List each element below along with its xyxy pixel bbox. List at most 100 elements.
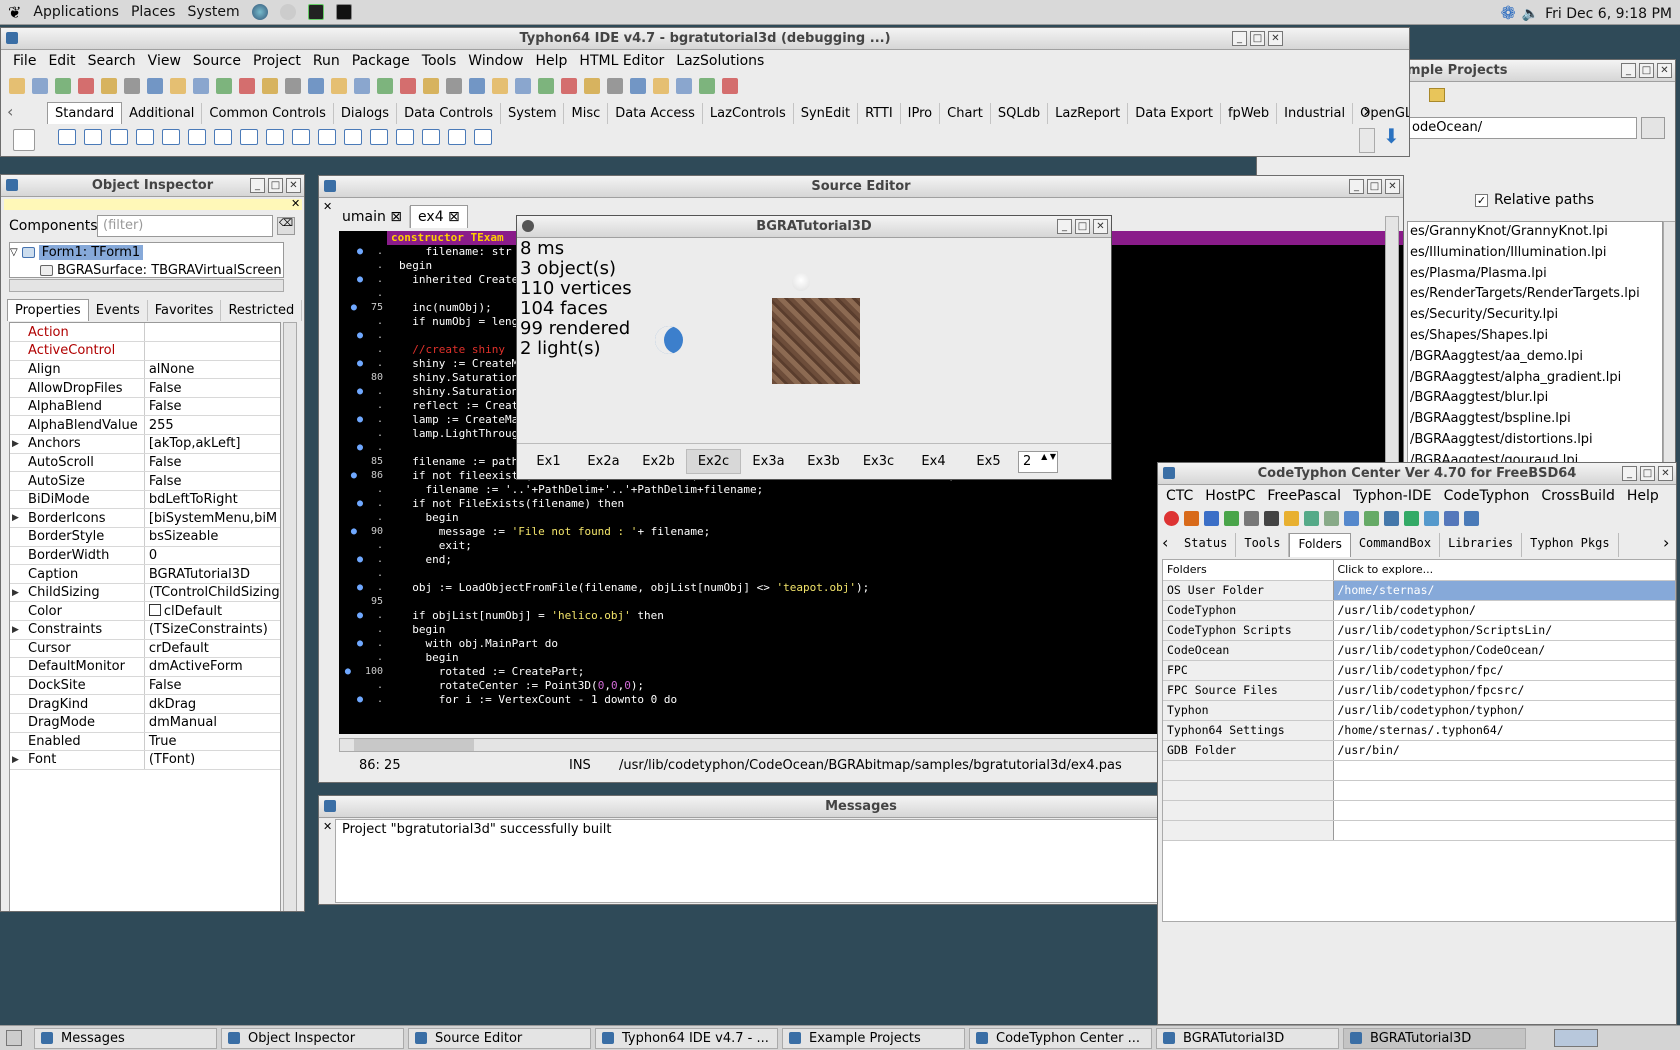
taskbar-button[interactable]: BGRATutorial3D bbox=[1156, 1027, 1339, 1049]
property-value[interactable] bbox=[144, 341, 280, 361]
project-file-item[interactable]: es/RenderTargets/RenderTargets.lpi bbox=[1408, 284, 1662, 305]
toolbar-tool-icon[interactable] bbox=[32, 78, 48, 94]
property-value[interactable]: [akTop,akLeft] bbox=[144, 434, 280, 454]
table-row[interactable]: CodeOcean/usr/lib/codetyphon/CodeOcean/ bbox=[1163, 640, 1675, 661]
property-value[interactable]: alNone bbox=[144, 360, 280, 380]
project-file-item[interactable]: /BGRAaggtest/bspline.lpi bbox=[1408, 409, 1662, 430]
palette-component-icon[interactable] bbox=[110, 129, 128, 145]
ctc-tab-tools[interactable]: Tools bbox=[1236, 533, 1290, 557]
table-row[interactable]: CodeTyphon Scripts/usr/lib/codetyphon/Sc… bbox=[1163, 620, 1675, 641]
file-list[interactable]: es/GrannyKnot/GrannyKnot.lpi es/Illuminat… bbox=[1407, 221, 1663, 468]
palette-tab-common-controls[interactable]: Common Controls bbox=[202, 103, 334, 124]
palette-tab-synedit[interactable]: SynEdit bbox=[794, 103, 859, 124]
property-value[interactable]: clDefault bbox=[144, 601, 280, 621]
ctc-tool-icon[interactable] bbox=[1404, 511, 1419, 526]
palette-component-icon[interactable] bbox=[370, 129, 388, 145]
property-value[interactable]: (TFont) bbox=[144, 750, 280, 770]
property-row[interactable]: AlphaBlendValue 255 bbox=[10, 415, 280, 436]
palette-back-arrow[interactable]: ‹ bbox=[7, 102, 13, 121]
ctc-tool-icon[interactable] bbox=[1464, 511, 1479, 526]
property-row[interactable]: AllowDropFiles False bbox=[10, 378, 280, 398]
ctc-tool-icon[interactable] bbox=[1204, 511, 1219, 526]
ctc-tool-icon[interactable] bbox=[1244, 511, 1259, 526]
folder-path[interactable]: /usr/lib/codetyphon/fpc/ bbox=[1333, 660, 1675, 681]
palette-tab-dialogs[interactable]: Dialogs bbox=[334, 103, 398, 124]
palette-tab-opengl[interactable]: OpenGL bbox=[1353, 103, 1409, 124]
example-button-ex2c[interactable]: Ex2c bbox=[686, 449, 741, 474]
palette-component-icon[interactable] bbox=[266, 129, 284, 145]
palette-component-icon[interactable] bbox=[84, 129, 102, 145]
breakpoint-dot-icon[interactable]: ● bbox=[357, 441, 363, 455]
folder-path[interactable]: /home/sternas/ bbox=[1333, 580, 1675, 601]
taskbar-button[interactable]: Typhon64 IDE v4.7 - ... bbox=[595, 1027, 778, 1049]
tree-hscroll[interactable] bbox=[9, 279, 284, 292]
property-row[interactable]: ▶ Constraints (TSizeConstraints) bbox=[10, 620, 280, 640]
palette-component-icon[interactable] bbox=[422, 129, 440, 145]
property-value[interactable]: dkDrag bbox=[144, 694, 280, 714]
project-file-item[interactable]: es/Plasma/Plasma.lpi bbox=[1408, 264, 1662, 285]
property-row[interactable]: Color clDefault bbox=[10, 601, 280, 621]
menu-project[interactable]: Project bbox=[247, 53, 307, 69]
property-row[interactable]: BorderStyle bsSizeable bbox=[10, 527, 280, 547]
palette-component-icon[interactable] bbox=[58, 129, 76, 145]
property-row[interactable]: Action bbox=[10, 323, 280, 343]
property-row[interactable]: AlphaBlend False bbox=[10, 397, 280, 417]
property-value[interactable]: (TSizeConstraints) bbox=[144, 620, 280, 640]
ctc-menu-help[interactable]: Help bbox=[1621, 488, 1665, 504]
palette-component-icon[interactable] bbox=[162, 129, 180, 145]
toolbar-tool-icon[interactable] bbox=[354, 78, 370, 94]
toolbar-tool-icon[interactable] bbox=[331, 78, 347, 94]
ctc-menu-typhon-ide[interactable]: Typhon-IDE bbox=[1347, 488, 1438, 504]
palette-tab-data-export[interactable]: Data Export bbox=[1128, 103, 1221, 124]
toolbar-tool-icon[interactable] bbox=[9, 78, 25, 94]
toolbar-tool-icon[interactable] bbox=[676, 78, 692, 94]
property-value[interactable]: bsSizeable bbox=[144, 527, 280, 547]
breakpoint-dot-icon[interactable]: ● bbox=[351, 525, 357, 539]
palette-tab-ipro[interactable]: IPro bbox=[901, 103, 941, 124]
example-button-ex2a[interactable]: Ex2a bbox=[576, 450, 631, 473]
menu-package[interactable]: Package bbox=[346, 53, 416, 69]
close-button[interactable]: ✕ bbox=[1093, 219, 1108, 234]
example-button-ex1[interactable]: Ex1 bbox=[521, 450, 576, 473]
ctc-menu-ctc[interactable]: CTC bbox=[1160, 488, 1199, 504]
network-icon[interactable] bbox=[279, 4, 296, 20]
menu-run[interactable]: Run bbox=[307, 53, 346, 69]
toolbar-tool-icon[interactable] bbox=[78, 78, 94, 94]
minimize-button[interactable]: _ bbox=[1232, 31, 1247, 46]
grid-vscroll[interactable] bbox=[283, 322, 297, 911]
monitor-icon[interactable] bbox=[307, 4, 324, 20]
example-button-ex3b[interactable]: Ex3b bbox=[796, 450, 851, 473]
property-row[interactable]: ▶ BorderIcons [biSystemMenu,biM bbox=[10, 508, 280, 529]
folder-path[interactable]: /usr/lib/codetyphon/CodeOcean/ bbox=[1333, 640, 1675, 661]
volume-icon[interactable]: 🔈 bbox=[1522, 6, 1539, 22]
palette-tab-industrial[interactable]: Industrial bbox=[1277, 103, 1354, 124]
property-row[interactable]: AutoSize False bbox=[10, 471, 280, 491]
palette-tab-rtti[interactable]: RTTI bbox=[858, 103, 901, 124]
toolbar-tool-icon[interactable] bbox=[446, 78, 462, 94]
property-value[interactable]: False bbox=[144, 397, 280, 417]
minimize-button[interactable]: _ bbox=[1622, 466, 1637, 481]
breakpoint-dot-icon[interactable]: ● bbox=[357, 553, 363, 567]
palette-component-icon[interactable] bbox=[214, 129, 232, 145]
ctc-tab-commandbox[interactable]: CommandBox bbox=[1351, 533, 1441, 557]
breakpoint-dot-icon[interactable]: ● bbox=[351, 301, 357, 315]
property-value[interactable]: False bbox=[144, 676, 280, 696]
palette-tab-chart[interactable]: Chart bbox=[940, 103, 991, 124]
example-button-ex5[interactable]: Ex5 bbox=[961, 450, 1016, 473]
property-value[interactable]: True bbox=[144, 732, 280, 752]
project-file-item[interactable]: /BGRAaggtest/blur.lpi bbox=[1408, 388, 1662, 409]
pointer-icon[interactable] bbox=[13, 129, 35, 151]
palette-component-icon[interactable] bbox=[344, 129, 362, 145]
maximize-button[interactable]: □ bbox=[1640, 466, 1655, 481]
menu-source[interactable]: Source bbox=[187, 53, 247, 69]
places-menu[interactable]: Places bbox=[131, 4, 176, 20]
property-row[interactable]: DockSite False bbox=[10, 676, 280, 696]
spinner-arrows-icon[interactable]: ▲ ▼ bbox=[1041, 452, 1056, 462]
property-row[interactable]: Cursor crDefault bbox=[10, 639, 280, 659]
close-button[interactable]: ✕ bbox=[1385, 179, 1400, 194]
oi-tab-events[interactable]: Events bbox=[89, 300, 148, 321]
palette-component-icon[interactable] bbox=[292, 129, 310, 145]
palette-tab-sqldb[interactable]: SQLdb bbox=[991, 103, 1049, 124]
breakpoint-dot-icon[interactable]: ● bbox=[357, 245, 363, 259]
folder-path[interactable]: /home/sternas/.typhon64/ bbox=[1333, 720, 1675, 741]
